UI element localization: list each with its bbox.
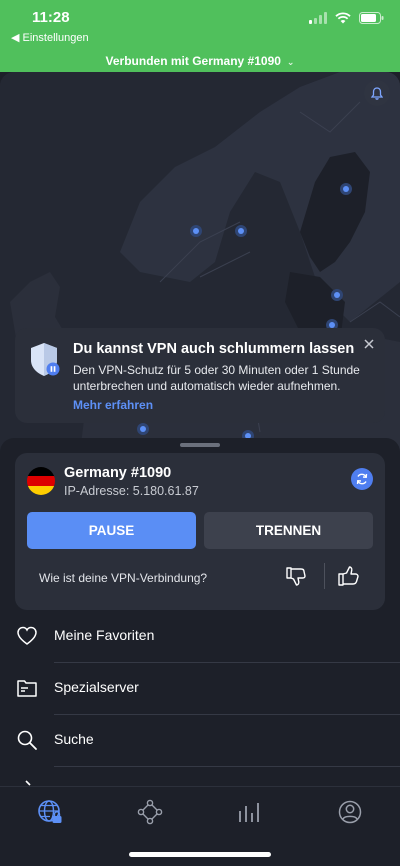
sheet-drag-handle[interactable] xyxy=(180,443,220,447)
notifications-button[interactable] xyxy=(364,80,390,106)
menu-item-label: Spezialserver xyxy=(54,679,139,695)
thumbs-down-icon[interactable] xyxy=(285,565,307,587)
profile-icon xyxy=(338,800,362,824)
refresh-icon xyxy=(356,473,368,485)
battery-icon xyxy=(359,12,384,24)
status-bar: 11:28 ◀ Einstellungen Verbunden mit Germ… xyxy=(0,0,400,72)
tab-meshnet[interactable] xyxy=(135,797,165,827)
tab-map[interactable] xyxy=(35,797,65,827)
wifi-icon xyxy=(335,12,351,24)
back-to-app-link[interactable]: ◀ Einstellungen xyxy=(11,31,89,44)
globe-lock-icon xyxy=(38,800,62,823)
home-indicator[interactable] xyxy=(129,852,271,857)
folder-icon xyxy=(17,680,37,697)
bell-icon xyxy=(371,86,383,100)
pause-button[interactable]: PAUSE xyxy=(27,512,196,549)
notification-body: Den VPN-Schutz für 5 oder 30 Minuten ode… xyxy=(73,363,360,393)
meshnet-icon xyxy=(137,799,163,825)
back-app-label: Einstellungen xyxy=(22,32,89,44)
shield-pause-icon xyxy=(31,343,60,376)
notification-title: Du kannst VPN auch schlummern lassen xyxy=(73,341,355,357)
server-card: Germany #1090 IP-Adresse: 5.180.61.87 PA… xyxy=(15,453,385,610)
close-icon[interactable] xyxy=(363,338,375,350)
search-icon xyxy=(17,730,37,750)
menu-item-search[interactable]: Suche xyxy=(0,715,400,767)
tab-profile[interactable] xyxy=(335,797,365,827)
server-name: Germany #1090 xyxy=(64,465,172,481)
connection-status[interactable]: Verbunden mit Germany #1090 ⌄ xyxy=(0,54,400,68)
signal-icon xyxy=(309,12,327,24)
feedback-divider xyxy=(324,563,325,589)
thumbs-up-icon[interactable] xyxy=(337,564,361,588)
reconnect-button[interactable] xyxy=(351,468,373,490)
menu-item-label: Meine Favoriten xyxy=(54,627,155,643)
bar-chart-icon xyxy=(239,803,259,822)
connection-title: Verbunden mit Germany #1090 xyxy=(105,54,281,68)
connection-sheet: Germany #1090 IP-Adresse: 5.180.61.87 PA… xyxy=(0,438,400,788)
tab-stats[interactable] xyxy=(235,797,265,827)
heart-icon xyxy=(17,626,37,645)
menu-item-label: Suche xyxy=(54,731,94,747)
clock: 11:28 xyxy=(32,9,70,26)
menu-item-special-servers[interactable]: Spezialserver xyxy=(0,663,400,715)
chevron-down-icon: ⌄ xyxy=(286,57,295,67)
back-arrow-icon: ◀ xyxy=(11,32,20,44)
system-indicators xyxy=(309,12,384,24)
disconnect-button[interactable]: TRENNEN xyxy=(204,512,373,549)
ip-address: IP-Adresse: 5.180.61.87 xyxy=(64,484,199,498)
learn-more-link[interactable]: Mehr erfahren xyxy=(73,398,153,412)
menu-item-favorites[interactable]: Meine Favoriten xyxy=(0,611,400,663)
snooze-notification: Du kannst VPN auch schlummern lassen Den… xyxy=(15,328,385,423)
germany-flag-icon xyxy=(27,467,55,495)
feedback-question: Wie ist deine VPN-Verbindung? xyxy=(39,571,208,585)
